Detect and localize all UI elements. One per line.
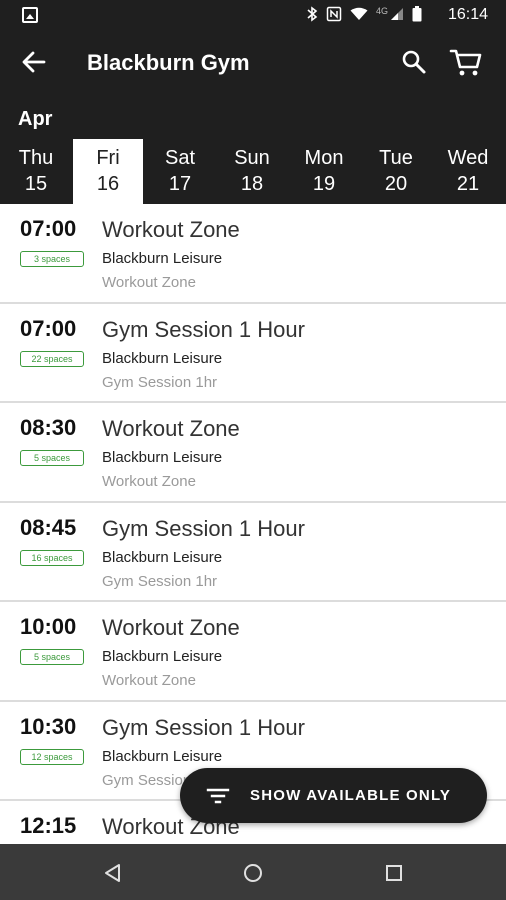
day-name: Mon — [304, 147, 344, 169]
day-tab-fri[interactable]: Fri 16 — [73, 139, 143, 204]
day-number: 16 — [96, 173, 120, 195]
session-venue: Blackburn Leisure — [102, 349, 223, 367]
session-name: Gym Session 1 Hour — [102, 515, 305, 541]
session-name: Gym Session 1 Hour — [102, 714, 305, 740]
session-subtitle: Gym Session 1hr — [102, 373, 218, 391]
day-name: Sat — [164, 147, 196, 169]
date-picker: Apr Thu 15 Fri 16 Sat 17 Sun 18 Mon 19 T… — [0, 96, 506, 204]
system-nav-bar — [0, 844, 506, 900]
bluetooth-icon — [307, 6, 318, 22]
session-time: 10:30 — [20, 713, 77, 739]
status-icons: 4G — [306, 6, 422, 22]
session-row[interactable]: 07:00 3 spaces Workout Zone Blackburn Le… — [0, 204, 506, 304]
day-number: 18 — [240, 173, 264, 195]
day-tab-sun[interactable]: Sun 18 — [217, 139, 287, 204]
session-time: 07:00 — [20, 315, 77, 341]
session-name: Workout Zone — [102, 615, 240, 640]
session-list: 07:00 3 spaces Workout Zone Blackburn Le… — [0, 204, 506, 844]
status-time: 16:14 — [447, 6, 488, 23]
session-time: 10:00 — [20, 614, 77, 639]
spaces-badge: 5 spaces — [20, 450, 84, 466]
day-tab-mon[interactable]: Mon 19 — [289, 139, 359, 204]
spaces-badge: 12 spaces — [20, 748, 84, 765]
spaces-badge: 5 spaces — [20, 649, 84, 665]
network-type-label: 4G — [375, 6, 388, 16]
page-title: Blackburn Gym — [87, 50, 250, 75]
session-row[interactable]: 08:30 5 spaces Workout Zone Blackburn Le… — [0, 403, 506, 503]
session-time: 07:00 — [20, 216, 77, 241]
day-tab-tue[interactable]: Tue 20 — [361, 139, 431, 204]
app-toolbar: Blackburn Gym — [0, 30, 506, 96]
search-icon[interactable] — [400, 48, 428, 76]
day-name: Wed — [447, 147, 489, 169]
nav-recents-icon[interactable] — [383, 862, 405, 884]
wifi-icon — [350, 7, 368, 20]
session-subtitle: Gym Session 1hr — [102, 572, 218, 590]
session-subtitle: Workout Zone — [102, 274, 196, 291]
day-number: 21 — [456, 173, 480, 195]
session-venue: Blackburn Leisure — [102, 250, 223, 267]
session-name: Gym Session 1 Hour — [102, 316, 305, 342]
day-name: Sun — [234, 147, 270, 169]
filter-icon — [206, 788, 230, 804]
session-time: 08:30 — [20, 415, 77, 440]
show-available-only-button[interactable]: SHOW AVAILABLE ONLY — [180, 768, 487, 823]
spaces-badge: 3 spaces — [20, 251, 84, 267]
session-venue: Blackburn Leisure — [102, 449, 223, 466]
session-subtitle: Workout Zone — [102, 672, 196, 689]
status-bar: 4G 16:14 — [0, 0, 506, 30]
spaces-badge: 22 spaces — [20, 350, 84, 367]
day-tab-wed[interactable]: Wed 21 — [433, 139, 503, 204]
session-venue: Blackburn Leisure — [102, 548, 223, 566]
day-tab-sat[interactable]: Sat 17 — [145, 139, 215, 204]
session-name: Workout Zone — [102, 416, 240, 441]
day-tab-thu[interactable]: Thu 15 — [1, 139, 71, 204]
notification-icon — [22, 7, 38, 23]
day-name: Tue — [379, 147, 413, 169]
month-label: Apr — [18, 108, 53, 130]
day-number: 20 — [384, 173, 408, 195]
cart-icon[interactable] — [449, 46, 483, 78]
session-name: Workout Zone — [102, 217, 240, 242]
day-number: 15 — [24, 173, 48, 195]
day-number: 17 — [168, 173, 192, 195]
day-number: 19 — [312, 173, 336, 195]
back-arrow-icon[interactable] — [20, 48, 48, 76]
show-available-only-label: SHOW AVAILABLE ONLY — [250, 787, 452, 804]
battery-icon — [412, 6, 422, 22]
spaces-badge: 16 spaces — [20, 549, 84, 566]
session-subtitle: Workout Zone — [102, 473, 196, 490]
session-row[interactable]: 08:45 16 spaces Gym Session 1 Hour Black… — [0, 503, 506, 602]
session-row[interactable]: 07:00 22 spaces Gym Session 1 Hour Black… — [0, 304, 506, 403]
session-venue: Blackburn Leisure — [102, 747, 223, 765]
day-name: Fri — [96, 147, 120, 169]
nfc-icon — [326, 6, 342, 22]
session-time: 08:45 — [20, 514, 77, 540]
session-row[interactable]: 10:00 5 spaces Workout Zone Blackburn Le… — [0, 602, 506, 702]
nav-home-icon[interactable] — [242, 862, 264, 884]
session-venue: Blackburn Leisure — [102, 648, 223, 665]
signal-icon — [391, 8, 403, 20]
nav-back-icon[interactable] — [102, 862, 124, 884]
session-time: 12:15 — [20, 813, 77, 838]
day-name: Thu — [18, 147, 54, 169]
